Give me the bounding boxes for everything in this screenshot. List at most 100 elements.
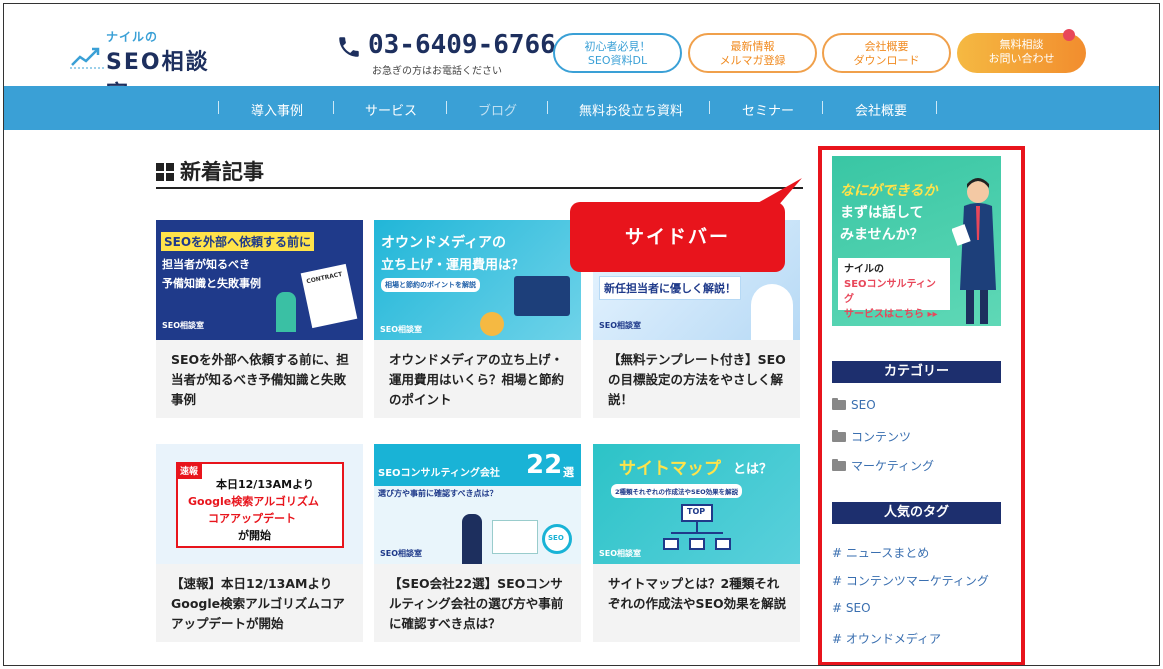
article-card[interactable]: 速報 本日12/13AMより Google検索アルゴリズム コアアップデート が… — [156, 444, 363, 642]
button-line: ダウンロード — [853, 54, 920, 67]
article-title[interactable]: 【無料テンプレート付き】SEOの目標設定の方法をやさしく解説！ — [608, 350, 788, 410]
article-card[interactable]: オウンドメディアの 立ち上げ・運用費用は？ 相場と節約のポイントを解説 SEO相… — [374, 220, 581, 418]
category-item-seo[interactable]: SEO — [832, 398, 876, 412]
category-heading: カテゴリー — [832, 361, 1001, 383]
thumb-line: 2種類それぞれの作成法やSEO効果を解説 — [611, 484, 743, 498]
nav-separator — [822, 101, 823, 114]
nav-item-seminars[interactable]: セミナー — [742, 100, 794, 119]
thumb-suffix: 選 — [563, 466, 574, 479]
thumb-line: コアアップデート — [208, 512, 296, 525]
nav-item-company[interactable]: 会社概要 — [855, 100, 907, 119]
sitemap-connector — [671, 532, 723, 534]
section-title-text: 新着記事 — [180, 160, 264, 184]
thumb-headline: サイトマップ — [619, 459, 721, 479]
thumb-line: 相場と節約のポイントを解説 — [381, 278, 480, 292]
thumb-line: 本日12/13AMより — [216, 478, 314, 491]
thumb-line: が開始 — [238, 529, 271, 542]
sitemap-child-node — [689, 538, 705, 550]
banner-line: なにができるか — [840, 183, 938, 199]
person-figure — [462, 514, 482, 564]
tag-link[interactable]: # SEO — [832, 601, 871, 615]
sidebar-callout: サイドバー — [570, 202, 785, 272]
section-title: 新着記事 — [156, 156, 264, 186]
sitemap-top-label: TOP — [687, 507, 706, 516]
seo-material-download-button[interactable]: 初心者必見！ SEO資料DL — [553, 33, 682, 73]
category-label: マーケティング — [851, 459, 935, 473]
category-label: コンテンツ — [851, 430, 912, 444]
article-thumbnail[interactable]: SEOを外部へ依頼する前に 担当者が知るべき 予備知識と失敗事例 CONTRAC… — [156, 220, 363, 340]
contract-label: CONTRACT — [305, 270, 343, 286]
banner-cta-line: ナイルの — [844, 264, 884, 275]
tag-link[interactable]: # オウンドメディア — [832, 630, 941, 647]
person-figure — [276, 292, 296, 332]
article-thumbnail[interactable]: オウンドメディアの 立ち上げ・運用費用は？ 相場と節約のポイントを解説 SEO相… — [374, 220, 581, 340]
breaking-badge: 速報 — [176, 462, 203, 479]
article-card[interactable]: サイトマップ とは？ 2種類それぞれの作成法やSEO効果を解説 TOP SEO相… — [593, 444, 800, 642]
banner-line: みませんか？ — [840, 227, 924, 243]
tag-link[interactable]: # ニュースまとめ — [832, 544, 929, 561]
nav-item-services[interactable]: サービス — [365, 100, 417, 119]
article-title[interactable]: サイトマップとは？2種類それぞれの作成法やSEO効果を解説 — [608, 574, 788, 614]
thumb-logo: SEO相談室 — [380, 325, 423, 334]
banner-line: まずは話して — [840, 205, 924, 221]
thumb-headline: SEOコンサルティング会社 — [378, 468, 500, 479]
folder-icon — [832, 430, 846, 442]
article-title[interactable]: 【SEO会社22選】SEOコンサルティング会社の選び方や事前に確認すべき点は？ — [389, 574, 569, 634]
thumb-suffix: とは？ — [733, 462, 773, 477]
phone-number[interactable]: 03-6409-6766 — [368, 30, 556, 60]
thumb-logo: SEO相談室 — [599, 321, 642, 330]
button-line: 会社概要 — [864, 40, 909, 53]
sitemap-connector — [696, 522, 698, 532]
article-card[interactable]: SEOを外部へ依頼する前に 担当者が知るべき 予備知識と失敗事例 CONTRAC… — [156, 220, 363, 418]
company-profile-download-button[interactable]: 会社概要 ダウンロード — [822, 33, 951, 73]
grid-icon — [156, 163, 174, 181]
global-nav: 導入事例 サービス ブログ 無料お役立ち資料 セミナー 会社概要 — [4, 86, 1159, 130]
article-card[interactable]: SEOコンサルティング会社 22 選 選び方や事前に確認すべき点は？ SEO S… — [374, 444, 581, 642]
nav-separator — [709, 101, 710, 114]
article-title[interactable]: オウンドメディアの立ち上げ・運用費用はいくら？相場と節約のポイント — [389, 350, 569, 410]
banner-cta-line: SEOコンサルティング — [844, 279, 936, 305]
sitemap-child-node — [663, 538, 679, 550]
folder-icon — [832, 398, 846, 410]
article-thumbnail[interactable]: 速報 本日12/13AMより Google検索アルゴリズム コアアップデート が… — [156, 444, 363, 564]
businessman-illustration — [952, 178, 996, 324]
contract-paper-graphic: CONTRACT — [300, 263, 358, 329]
thumb-line: 選び方や事前に確認すべき点は？ — [378, 489, 498, 498]
article-title[interactable]: SEOを外部へ依頼する前に、担当者が知るべき予備知識と失敗事例 — [171, 350, 351, 410]
chart-board-graphic — [492, 520, 538, 554]
phone-icon — [339, 37, 359, 57]
article-thumbnail[interactable]: サイトマップ とは？ 2種類それぞれの作成法やSEO効果を解説 TOP SEO相… — [593, 444, 800, 564]
nav-separator — [446, 101, 447, 114]
article-title[interactable]: 【速報】本日12/13AMよりGoogle検索アルゴリズムコアアップデートが開始 — [171, 574, 351, 634]
newsletter-signup-button[interactable]: 最新情報 メルマガ登録 — [688, 33, 817, 73]
consulting-banner[interactable]: なにができるか まずは話して みませんか？ ナイルの SEOコンサルティング サ… — [832, 156, 1001, 326]
nav-item-case-studies[interactable]: 導入事例 — [251, 100, 303, 119]
nav-separator — [218, 101, 219, 114]
category-item-marketing[interactable]: マーケティング — [832, 457, 934, 474]
thumb-logo: SEO相談室 — [162, 321, 205, 330]
folder-icon — [832, 459, 846, 471]
thumb-number: 22 — [526, 450, 563, 480]
banner-cta-line: サービスはこちら ▸▸ — [844, 309, 938, 320]
sitemap-child-node — [715, 538, 731, 550]
nav-separator — [333, 101, 334, 114]
seo-magnifier-label: SEO — [548, 534, 564, 542]
thumb-logo: SEO相談室 — [380, 549, 423, 558]
thumb-headline: SEOを外部へ依頼する前に — [161, 232, 315, 251]
nav-item-free-resources[interactable]: 無料お役立ち資料 — [579, 100, 683, 119]
notification-dot — [1063, 29, 1075, 41]
site-logo[interactable]: ナイルの SEO相談室 — [70, 28, 220, 107]
tag-link[interactable]: # コンテンツマーケティング — [832, 572, 989, 589]
banner-cta-box: ナイルの SEOコンサルティング サービスはこちら ▸▸ — [838, 258, 950, 320]
nav-separator — [547, 101, 548, 114]
nav-separator — [936, 101, 937, 114]
trend-chart-icon — [70, 47, 104, 69]
thumb-headline: 新任担当者に優しく解説！ — [599, 276, 741, 300]
tag-heading: 人気のタグ — [832, 502, 1001, 524]
category-item-contents[interactable]: コンテンツ — [832, 428, 911, 445]
button-line: 初心者必見！ — [584, 40, 651, 53]
nav-item-blog[interactable]: ブログ — [478, 100, 517, 119]
article-thumbnail[interactable]: SEOコンサルティング会社 22 選 選び方や事前に確認すべき点は？ SEO S… — [374, 444, 581, 564]
logo-subtitle: ナイルの — [106, 30, 159, 44]
thumb-line: Google検索アルゴリズム — [188, 495, 319, 508]
